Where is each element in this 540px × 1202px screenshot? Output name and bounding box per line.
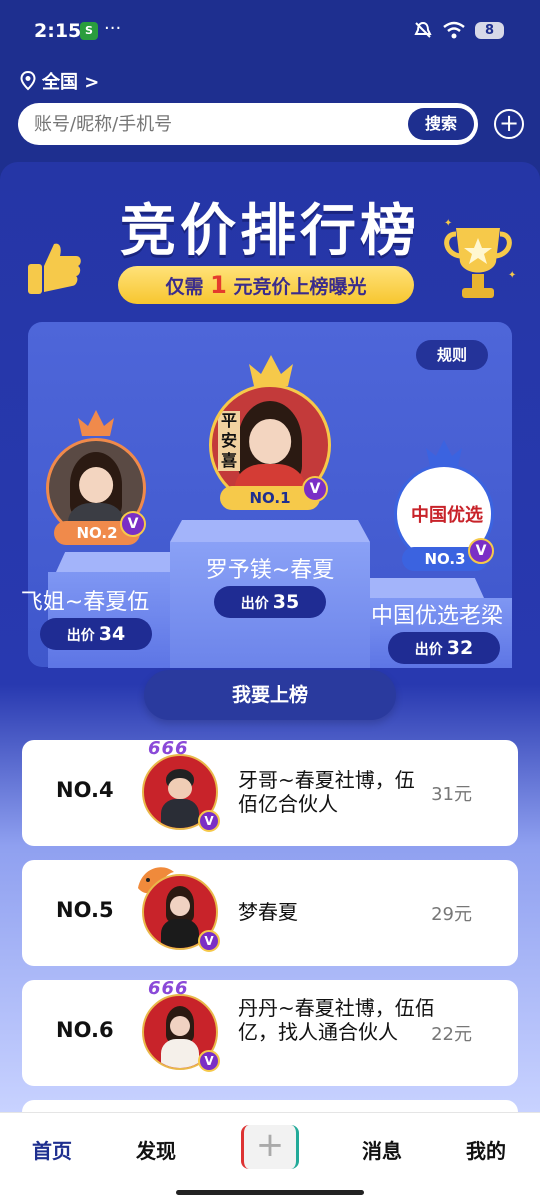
list-item[interactable]: NO.6 666 V 丹丹~春夏社博，伍佰亿，找人通合伙人 22元: [22, 978, 518, 1086]
status-right: 8: [413, 20, 504, 40]
list-item[interactable]: NO.4 666 V 牙哥~春夏社博，伍佰亿合伙人 31元: [22, 738, 518, 846]
podium-top-2: [56, 552, 170, 572]
rank-2-name[interactable]: 飞姐~春夏伍: [10, 584, 160, 616]
home-indicator: [176, 1190, 364, 1195]
list-name: 梦春夏: [238, 900, 298, 924]
tab-mine[interactable]: 我的: [466, 1135, 506, 1164]
tab-messages[interactable]: 消息: [362, 1135, 402, 1164]
status-time: 2:15: [34, 20, 82, 42]
add-circle-icon[interactable]: +: [494, 109, 524, 139]
rules-button[interactable]: 规则: [416, 340, 488, 370]
location-label: 全国 >: [42, 72, 100, 93]
mute-icon: [414, 21, 432, 38]
rank-1-name[interactable]: 罗予镁~春夏: [170, 552, 370, 584]
subtitle-number: 1: [210, 271, 227, 299]
location-pin-icon: [20, 71, 36, 91]
verified-badge-icon: V: [468, 538, 494, 564]
svg-text:✦: ✦: [508, 270, 516, 281]
tab-add-button[interactable]: +: [241, 1125, 299, 1169]
rank-1-bid: 出价 35: [214, 586, 326, 618]
verified-badge-icon: V: [302, 476, 328, 502]
bottom-tab-bar: 首页 发现 + 消息 我的: [0, 1112, 540, 1202]
bid-value: 34: [98, 623, 126, 645]
list-item[interactable]: NO.5 V 梦春夏 29元: [22, 860, 518, 966]
badge-666: 666: [148, 978, 189, 999]
avatar-rank-3-text: 中国优选: [411, 505, 483, 526]
search-input[interactable]: [34, 109, 404, 139]
battery-icon: 8: [474, 21, 504, 39]
app-notification-icon: S: [80, 22, 98, 40]
podium-top-3: [370, 578, 484, 598]
search-bar: 搜索: [18, 103, 478, 145]
rank-3-name[interactable]: 中国优选老梁: [362, 598, 512, 630]
rank-3-bid: 出价 32: [388, 632, 500, 664]
crown-gold-icon: [249, 355, 293, 386]
subtitle-prefix: 仅需: [165, 276, 204, 298]
subtitle-suffix: 元竞价上榜曝光: [233, 276, 367, 298]
list-name: 牙哥~春夏社博，伍佰亿合伙人: [238, 768, 415, 816]
avatar-rank-1-text: 平安喜: [218, 411, 240, 471]
list-name: 丹丹~春夏社博，伍佰亿，找人通合伙人: [238, 996, 435, 1044]
crown-orange-icon: [78, 410, 114, 436]
list-item-partial[interactable]: [22, 1100, 518, 1112]
ranking-panel: 竞价排行榜 仅需 1 元竞价上榜曝光 ✦ ✦ 规则 平安喜 NO.1 V NO.…: [0, 162, 540, 1112]
svg-text:✦: ✦: [444, 218, 452, 229]
tab-home[interactable]: 首页: [32, 1135, 72, 1164]
bid-label: 出价: [66, 628, 95, 644]
list-rank: NO.6: [56, 1018, 114, 1042]
rank-2-bid: 出价 34: [40, 618, 152, 650]
status-bar: 2:15 S ··· 8: [0, 0, 540, 60]
location-selector[interactable]: 全国 >: [20, 68, 99, 94]
list-price: 29元: [431, 904, 472, 925]
trophy-icon: ✦ ✦: [444, 218, 516, 298]
wifi-icon: [443, 21, 465, 39]
banner-subtitle: 仅需 1 元竞价上榜曝光: [118, 266, 414, 304]
badge-666: 666: [148, 738, 189, 759]
bid-value: 32: [446, 637, 474, 659]
tab-discover[interactable]: 发现: [136, 1135, 176, 1164]
podium-top-1: [170, 520, 370, 542]
bid-value: 35: [272, 591, 300, 613]
verified-badge-icon: V: [198, 810, 220, 832]
verified-badge-icon: V: [198, 930, 220, 952]
list-price: 22元: [431, 1024, 472, 1045]
list-price: 31元: [431, 784, 472, 805]
list-rank: NO.4: [56, 778, 114, 802]
verified-badge-icon: V: [198, 1050, 220, 1072]
list-rank: NO.5: [56, 898, 114, 922]
more-notifications-icon: ···: [104, 18, 122, 39]
join-ranking-button[interactable]: 我要上榜: [144, 670, 396, 720]
bid-label: 出价: [414, 642, 443, 658]
search-button[interactable]: 搜索: [408, 108, 474, 140]
bid-label: 出价: [240, 596, 269, 612]
verified-badge-icon: V: [120, 511, 146, 537]
